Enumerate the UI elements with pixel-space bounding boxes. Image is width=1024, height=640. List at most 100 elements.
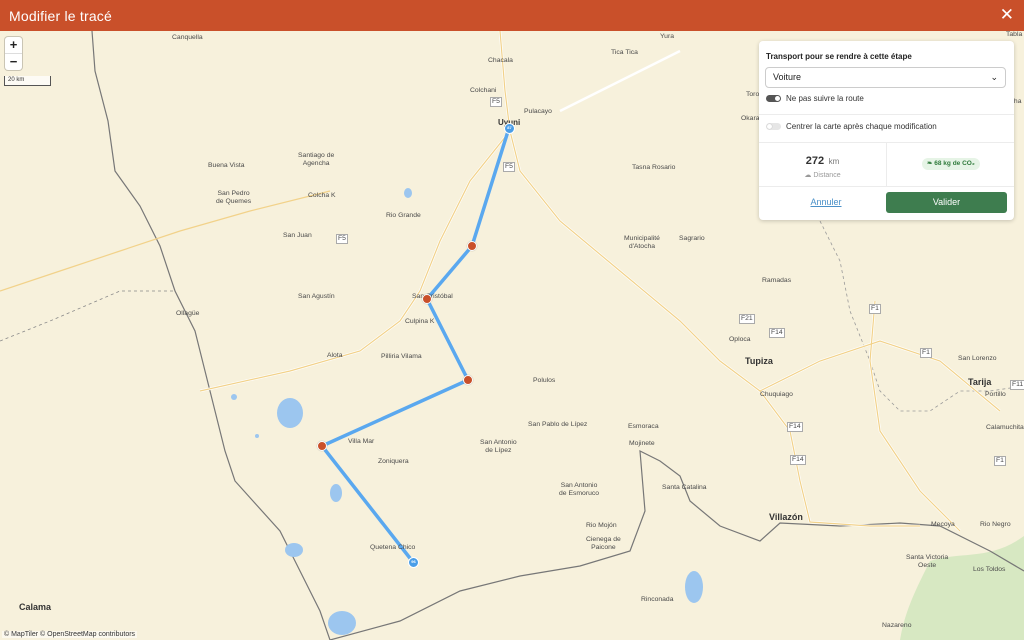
place-label: Canquella: [172, 34, 203, 41]
chevron-down-icon: ⌄: [990, 72, 998, 82]
distance-block: 272 km ☁ Distance: [759, 151, 886, 179]
place-label: Rinconada: [641, 596, 674, 603]
toggle-knob: [767, 124, 772, 129]
place-label: Colchani: [470, 87, 497, 94]
co2-badge: ❧ 68 kg de CO₂: [922, 158, 980, 170]
place-label: San Antonio de Esmoruco: [559, 482, 600, 497]
place-label: Rio Grande: [386, 212, 421, 219]
road-shield: F21: [739, 314, 755, 324]
place-label: Mojinete: [629, 440, 655, 447]
place-label: San Agustín: [298, 293, 335, 300]
place-label: Los Toldos: [973, 566, 1006, 573]
road-shield: F14: [790, 455, 806, 465]
route-waypoint[interactable]: [422, 294, 432, 304]
route-waypoint[interactable]: [463, 375, 473, 385]
place-label: Rio Negro: [980, 521, 1011, 528]
place-label: Zoniquera: [378, 458, 409, 465]
place-label: Sagrario: [679, 235, 705, 242]
follow-road-label: Ne pas suivre la route: [786, 94, 864, 103]
lakes: [231, 188, 703, 635]
place-label: Okara: [741, 115, 760, 122]
distance-value: 272: [805, 155, 825, 167]
border-dashed: [0, 290, 175, 342]
place-label: Oploca: [729, 336, 751, 343]
place-label: San Juan: [283, 232, 312, 239]
place-label: Santa Catalina: [662, 484, 707, 491]
road-shield: F1: [994, 456, 1006, 466]
place-label: Portillo: [985, 391, 1006, 398]
place-label: Santiago de Agencha: [298, 152, 335, 167]
route-waypoint[interactable]: [467, 241, 477, 251]
place-label: Cienega de Paicone: [586, 536, 621, 551]
place-label: Colcha K: [308, 192, 336, 199]
road-shield: F5: [490, 97, 502, 107]
road-shield: F11: [1010, 380, 1024, 390]
place-label: Ramadas: [762, 277, 792, 284]
place-label: Culpina K: [405, 318, 435, 325]
place-label: Nazareno: [882, 622, 912, 629]
place-label: Villazón: [769, 512, 803, 522]
close-icon[interactable]: ✕: [1000, 6, 1014, 24]
place-label: San Antonio de Lípez: [480, 439, 517, 454]
validate-button[interactable]: Valider: [886, 192, 1007, 213]
place-label: Pilliria Vilama: [381, 353, 422, 360]
route-start-marker[interactable]: 87: [504, 123, 515, 134]
place-label: Rio Mojón: [586, 522, 617, 529]
place-label: Calamuchita: [986, 424, 1024, 431]
place-label: Villa Mar: [348, 438, 375, 445]
place-label: Mecoya: [931, 521, 955, 528]
place-label: Tarija: [968, 377, 992, 387]
route-end-marker[interactable]: 96: [408, 557, 419, 568]
place-label: Tabla: [1006, 31, 1023, 38]
divider: [759, 186, 1014, 187]
center-map-label: Centrer la carte après chaque modificati…: [786, 122, 937, 131]
modal-title: Modifier le tracé: [9, 7, 112, 24]
road-shield: F5: [336, 234, 348, 244]
modal-header: Modifier le tracé ✕: [0, 0, 1024, 31]
place-label: Chacala: [488, 57, 513, 64]
divider: [759, 114, 1014, 115]
place-label: Pulacayo: [524, 108, 552, 115]
step-settings-panel: Transport pour se rendre à cette étape V…: [759, 41, 1014, 220]
place-label: Municipalité d'Atocha: [624, 235, 660, 250]
co2-value: 68 kg de CO₂: [934, 160, 975, 167]
place-label: Quetena Chico: [370, 544, 416, 551]
transport-select-value: Voiture: [773, 72, 802, 82]
road-shield: F14: [787, 422, 803, 432]
border-dashed-east: [819, 220, 1024, 412]
place-label: Esmoraca: [628, 423, 659, 430]
zoom-out-button[interactable]: −: [5, 53, 22, 70]
road-shield: F1: [920, 348, 932, 358]
route-waypoint[interactable]: [317, 441, 327, 451]
road-shield: F1: [869, 304, 881, 314]
place-label: Toro: [746, 91, 760, 98]
place-label: Chuquiago: [760, 391, 793, 398]
center-map-toggle[interactable]: [766, 123, 781, 130]
distance-label-row: ☁ Distance: [759, 171, 886, 179]
zoom-control: + −: [5, 37, 22, 70]
place-label: Tupiza: [745, 356, 773, 366]
distance-unit: km: [828, 157, 840, 166]
place-label: Buena Vista: [208, 162, 245, 169]
place-label: San Pedro de Quemes: [216, 190, 252, 205]
toggle-knob: [775, 96, 780, 101]
transport-select[interactable]: Voiture ⌄: [765, 67, 1006, 88]
road-shield: F14: [769, 328, 785, 338]
place-label: Yura: [660, 33, 674, 40]
cancel-button[interactable]: Annuler: [767, 192, 885, 213]
road-shield: F5: [503, 162, 515, 172]
distance-label: Distance: [813, 172, 841, 179]
transport-label: Transport pour se rendre à cette étape: [766, 52, 912, 61]
place-label: San Pablo de Lípez: [528, 421, 588, 428]
place-label: Tica Tica: [611, 49, 638, 56]
vertical-divider: [886, 143, 887, 186]
map-attribution[interactable]: © MapTiler © OpenStreetMap contributors: [2, 631, 138, 638]
place-label: Ollagüe: [176, 310, 200, 317]
follow-road-toggle[interactable]: [766, 95, 781, 102]
place-label: Santa Victoria Oeste: [906, 554, 949, 569]
scale-bar: 20 km: [4, 76, 51, 86]
place-label: Alota: [327, 352, 343, 359]
route-line[interactable]: [320, 127, 511, 564]
zoom-in-button[interactable]: +: [5, 37, 22, 53]
forest-area: [900, 536, 1024, 640]
